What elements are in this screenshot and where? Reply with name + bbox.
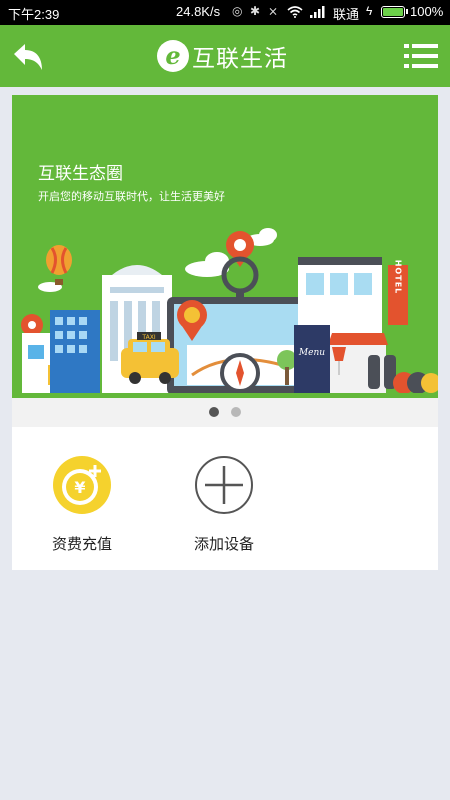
home-card: 互联生态圈 开启您的移动互联时代，让生活更美好 TAXI HOTEL Menu … [12,95,438,570]
page-title: 互联生活 [192,46,288,72]
carousel-dot-active[interactable] [209,407,219,417]
status-network-speed: 24.8K/s [176,4,221,19]
carousel-dot[interactable] [231,407,241,417]
signal-icon [310,6,325,18]
status-battery-percent: 100% [410,4,444,19]
add-device-label: 添加设备 [193,535,254,553]
menu-board-icon: Menu [294,325,330,393]
recharge-label: 资费充值 [51,535,112,553]
compass-icon [220,353,260,393]
svg-text:Menu: Menu [298,348,325,358]
svg-text:TAXI: TAXI [141,334,155,341]
recharge-button[interactable]: ¥ 资费充值 [37,455,127,554]
status-bar: 下午2:39 24.8K/s ◎ ✱ ⨯ 联通 ϟ 100% [0,0,450,25]
svg-text:HOTEL: HOTEL [394,260,403,295]
mute-icon: ⨯ [268,4,279,18]
bluetooth-icon: ✱ [250,4,261,18]
status-time: 下午2:39 [8,7,60,22]
status-carrier: 联通 [333,7,360,22]
battery-icon [381,6,408,18]
banner-title: 互联生态圈 [38,164,123,184]
yuan-coin-icon: ¥ [53,456,111,514]
hot-air-balloon-icon [46,245,72,285]
svg-text:¥: ¥ [74,478,85,497]
add-device-button[interactable]: 添加设备 [179,455,269,554]
charging-icon: ϟ [366,4,373,18]
back-arrow-icon[interactable] [8,37,48,77]
city-illustration: TAXI HOTEL Menu [12,228,438,405]
banner-ground [12,398,438,427]
list-menu-icon[interactable] [404,43,438,69]
add-circle-icon [195,456,253,514]
app-header: e 互联生活 [0,25,450,87]
promo-banner[interactable]: 互联生态圈 开启您的移动互联时代，让生活更美好 TAXI HOTEL Menu [12,95,438,427]
app-logo: e 互联生活 [156,38,288,74]
wifi-icon [287,6,303,18]
logo-e-icon: e [157,40,189,72]
banner-subtitle: 开启您的移动互联时代，让生活更美好 [38,190,225,203]
svg-text:e: e [165,41,180,70]
alarm-icon: ◎ [232,4,243,18]
